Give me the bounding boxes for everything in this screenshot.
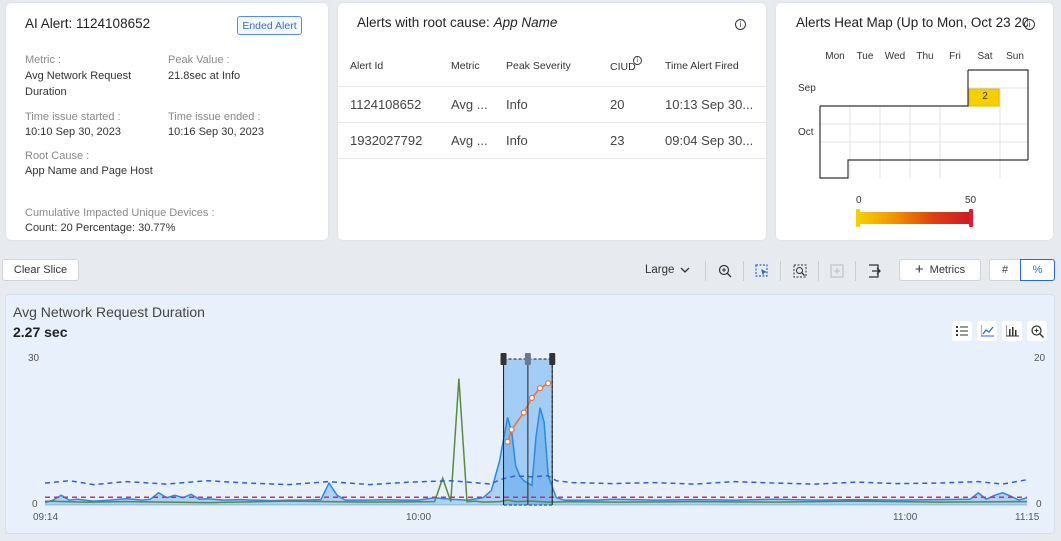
- selection-handle[interactable]: [549, 353, 556, 365]
- series-point: [536, 385, 544, 392]
- series-point: [504, 438, 511, 445]
- series-point: [508, 426, 515, 433]
- line-chart-plot[interactable]: [0, 0, 1061, 541]
- series-point: [545, 380, 552, 387]
- selection-handle[interactable]: [500, 353, 507, 365]
- series-point: [528, 394, 536, 402]
- selection-handle[interactable]: [524, 353, 531, 365]
- series-point: [520, 409, 527, 416]
